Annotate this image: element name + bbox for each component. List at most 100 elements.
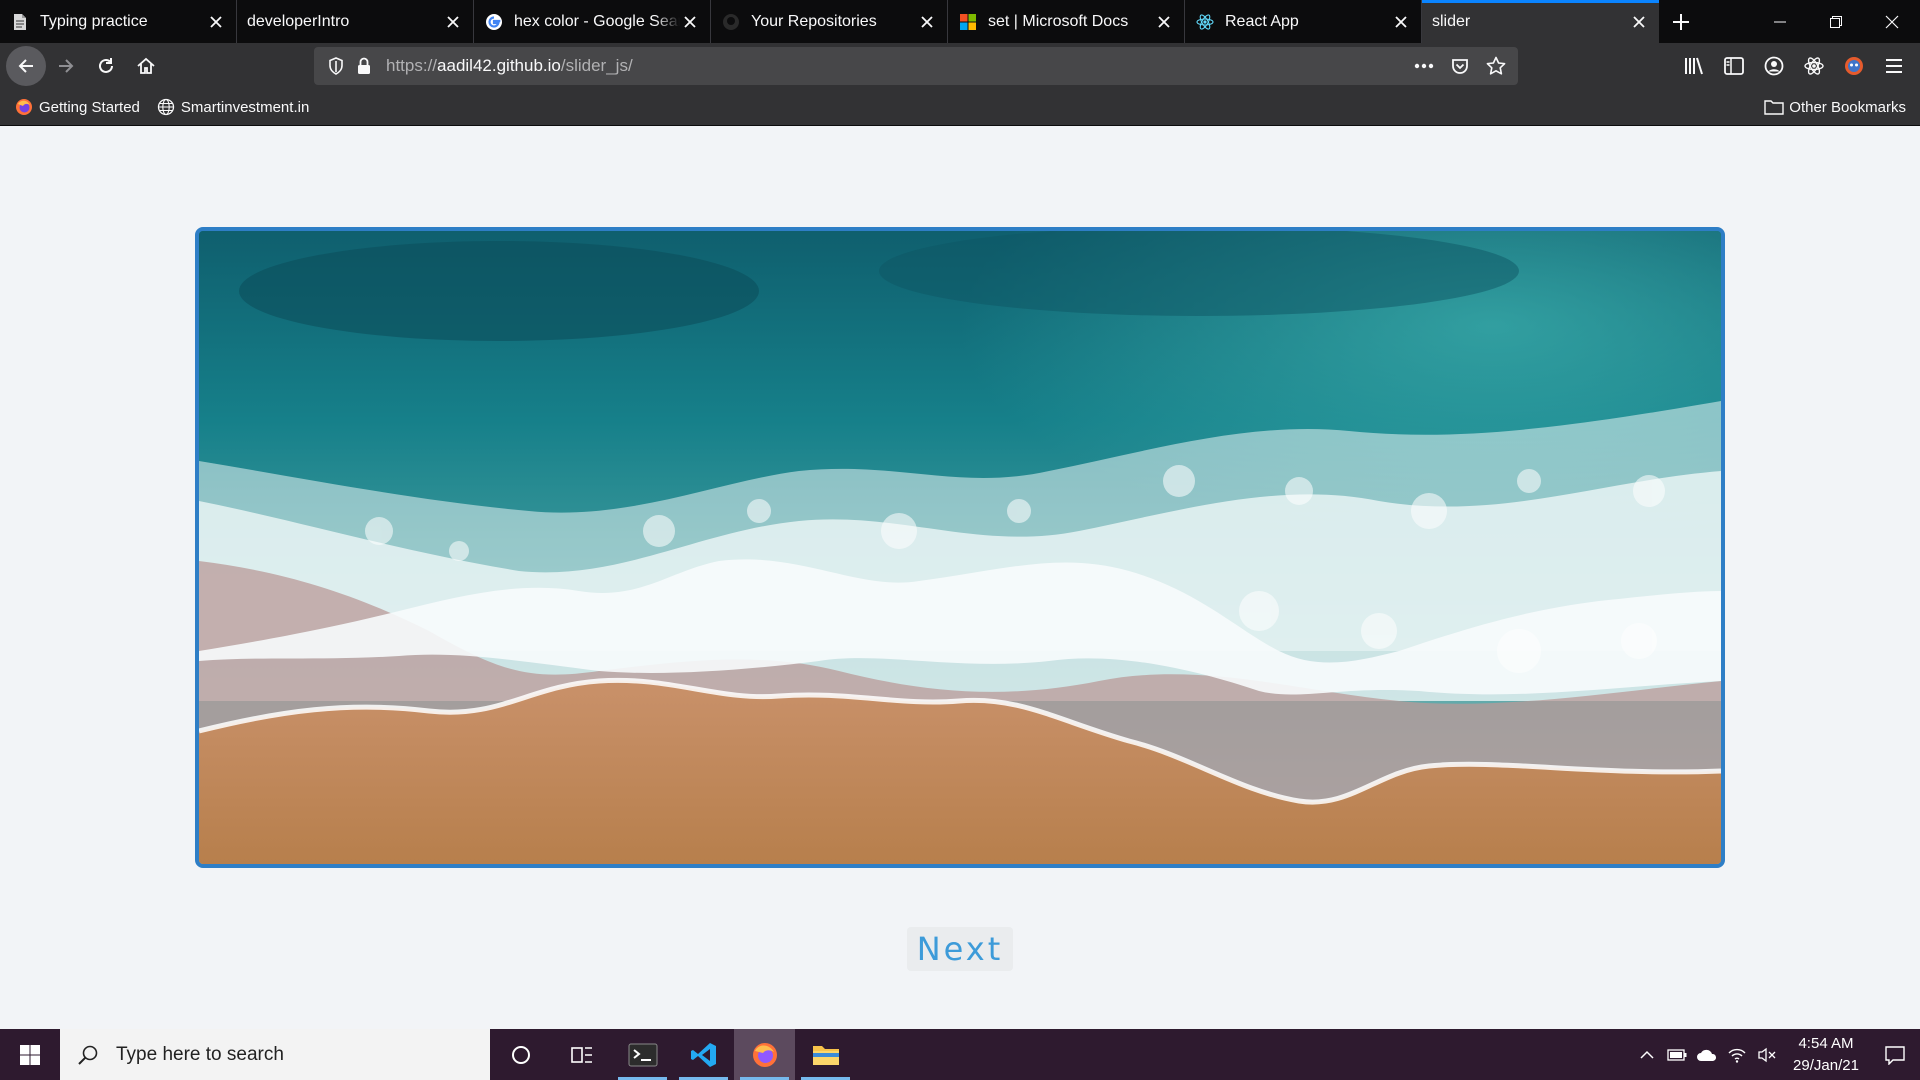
hamburger-menu-icon bbox=[1886, 59, 1902, 73]
action-center-button[interactable] bbox=[1870, 1029, 1920, 1080]
vscode-app-button[interactable] bbox=[673, 1029, 734, 1080]
arrow-left-icon bbox=[18, 59, 33, 73]
lock-icon[interactable] bbox=[350, 52, 378, 80]
web-page: Next bbox=[0, 127, 1920, 1029]
navigation-toolbar: https://aadil42.github.io/slider_js/ bbox=[0, 43, 1920, 89]
url-text[interactable]: https://aadil42.github.io/slider_js/ bbox=[386, 56, 633, 76]
close-icon[interactable] bbox=[1629, 12, 1649, 32]
reload-icon bbox=[99, 58, 113, 73]
search-icon bbox=[74, 1041, 102, 1069]
tab-microsoft-docs[interactable]: set | Microsoft Docs bbox=[948, 0, 1185, 43]
wifi-icon bbox=[1728, 1048, 1746, 1063]
github-icon bbox=[721, 12, 741, 32]
library-button[interactable] bbox=[1674, 46, 1714, 86]
forward-button[interactable] bbox=[46, 46, 86, 86]
bookmark-smartinvestment[interactable]: Smartinvestment.in bbox=[156, 97, 309, 117]
network-button[interactable] bbox=[1722, 1029, 1752, 1080]
slider-image-frame bbox=[195, 227, 1725, 868]
firefox-app-button[interactable] bbox=[734, 1029, 795, 1080]
bookmark-label: Getting Started bbox=[39, 98, 140, 116]
close-icon[interactable] bbox=[1154, 12, 1174, 32]
sidebar-button[interactable] bbox=[1714, 46, 1754, 86]
bookmark-star-icon[interactable] bbox=[1482, 52, 1510, 80]
volume-button[interactable] bbox=[1752, 1029, 1782, 1080]
task-view-icon bbox=[570, 1046, 592, 1063]
onedrive-button[interactable] bbox=[1692, 1029, 1722, 1080]
reload-button[interactable] bbox=[86, 46, 126, 86]
url-scheme: https:// bbox=[386, 56, 438, 75]
tab-slider[interactable]: slider bbox=[1422, 0, 1659, 43]
extension-button[interactable] bbox=[1834, 46, 1874, 86]
cloud-icon bbox=[1697, 1049, 1717, 1061]
search-placeholder: Type here to search bbox=[116, 1043, 284, 1065]
tab-title: React App bbox=[1225, 12, 1299, 30]
task-view-button[interactable] bbox=[551, 1029, 612, 1080]
extension-face-icon bbox=[1845, 57, 1863, 75]
bookmark-label: Smartinvestment.in bbox=[180, 98, 310, 116]
tab-title: slider bbox=[1432, 12, 1471, 30]
close-icon[interactable] bbox=[206, 12, 226, 32]
cortana-button[interactable] bbox=[490, 1029, 551, 1080]
system-tray: 4:54 AM 29/Jan/21 bbox=[1632, 1029, 1920, 1080]
next-button[interactable]: Next bbox=[907, 927, 1013, 971]
ocean-waves-beach-image bbox=[199, 231, 1721, 864]
restore-icon bbox=[1830, 15, 1842, 28]
terminal-icon bbox=[628, 1043, 657, 1066]
terminal-app-button[interactable] bbox=[612, 1029, 673, 1080]
bookmark-getting-started[interactable]: Getting Started bbox=[14, 97, 140, 117]
url-path: /slider_js/ bbox=[560, 56, 633, 75]
library-icon bbox=[1685, 57, 1703, 75]
menu-button[interactable] bbox=[1874, 46, 1914, 86]
new-tab-button[interactable] bbox=[1659, 0, 1703, 43]
window-close-button[interactable] bbox=[1864, 0, 1920, 43]
bookmarks-toolbar: Getting Started Smartinvestment.in Other… bbox=[0, 89, 1920, 126]
close-icon[interactable] bbox=[1391, 12, 1411, 32]
chevron-up-icon bbox=[1640, 1050, 1654, 1059]
react-icon bbox=[1195, 12, 1215, 32]
tab-typing-practice[interactable]: Typing practice bbox=[0, 0, 237, 43]
tracking-protection-shield-icon[interactable] bbox=[322, 52, 350, 80]
firefox-icon bbox=[14, 97, 34, 117]
react-devtools-extension-button[interactable] bbox=[1794, 46, 1834, 86]
page-actions-menu-icon[interactable] bbox=[1410, 52, 1438, 80]
minimize-button[interactable] bbox=[1752, 0, 1808, 43]
browser-tab-strip: Typing practice developerIntro hex color… bbox=[0, 0, 1920, 43]
google-icon bbox=[484, 12, 504, 32]
back-button[interactable] bbox=[6, 46, 46, 86]
tab-react-app[interactable]: React App bbox=[1185, 0, 1422, 43]
tab-developer-intro[interactable]: developerIntro bbox=[237, 0, 474, 43]
vscode-icon bbox=[690, 1042, 716, 1067]
plus-icon bbox=[1673, 13, 1689, 30]
battery-icon bbox=[1667, 1048, 1687, 1061]
file-explorer-app-button[interactable] bbox=[795, 1029, 856, 1080]
address-bar[interactable]: https://aadil42.github.io/slider_js/ bbox=[314, 47, 1518, 85]
close-icon[interactable] bbox=[680, 12, 700, 32]
react-icon bbox=[1804, 57, 1824, 75]
restore-button[interactable] bbox=[1808, 0, 1864, 43]
firefox-icon bbox=[752, 1042, 777, 1067]
taskbar-search-box[interactable]: Type here to search bbox=[60, 1029, 490, 1080]
tab-title: hex color - Google Search bbox=[514, 12, 680, 30]
close-icon[interactable] bbox=[443, 12, 463, 32]
tab-hex-color-google[interactable]: hex color - Google Search bbox=[474, 0, 711, 43]
folder-icon bbox=[1764, 97, 1784, 117]
home-button[interactable] bbox=[126, 46, 166, 86]
minimize-icon bbox=[1774, 21, 1786, 22]
microsoft-icon bbox=[958, 12, 978, 32]
page-actions bbox=[1410, 52, 1510, 80]
account-button[interactable] bbox=[1754, 46, 1794, 86]
tab-title: Your Repositories bbox=[751, 12, 877, 30]
tab-your-repositories[interactable]: Your Repositories bbox=[711, 0, 948, 43]
start-button[interactable] bbox=[0, 1029, 60, 1080]
home-icon bbox=[137, 57, 155, 74]
show-hidden-icons-button[interactable] bbox=[1632, 1029, 1662, 1080]
battery-button[interactable] bbox=[1662, 1029, 1692, 1080]
close-icon[interactable] bbox=[917, 12, 937, 32]
toolbar-right-icons bbox=[1674, 43, 1920, 89]
windows-logo-icon bbox=[20, 1044, 40, 1065]
folder-icon bbox=[812, 1045, 839, 1065]
pocket-icon[interactable] bbox=[1446, 52, 1474, 80]
other-bookmarks[interactable]: Other Bookmarks bbox=[1764, 97, 1906, 117]
tab-title: Typing practice bbox=[40, 12, 148, 30]
system-clock[interactable]: 4:54 AM 29/Jan/21 bbox=[1782, 1033, 1870, 1077]
